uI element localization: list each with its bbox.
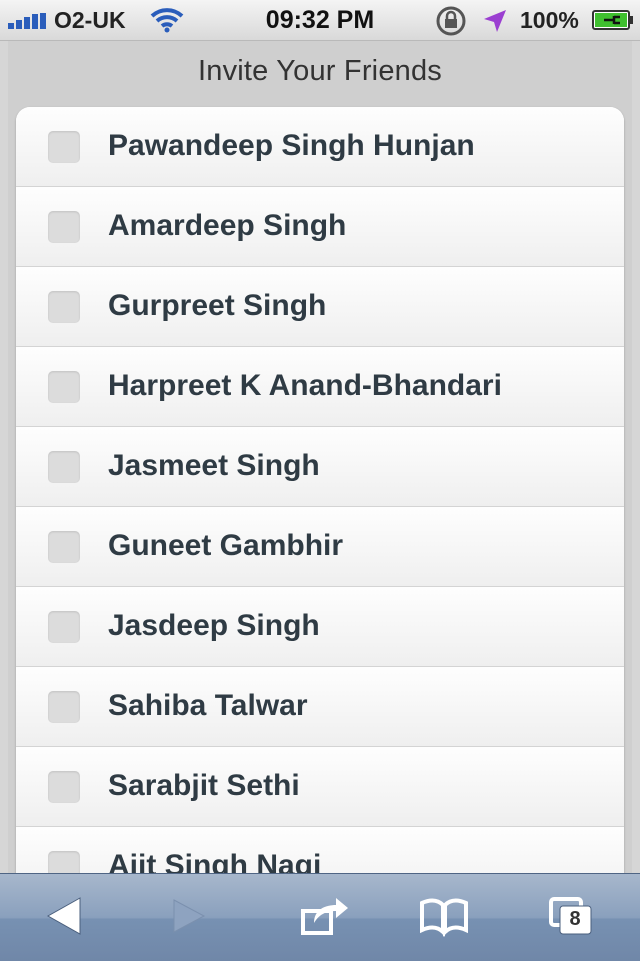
page-title: Invite Your Friends [198,55,442,87]
battery-charging-icon [592,10,633,30]
back-icon[interactable] [38,891,92,941]
friend-name: Pawandeep Singh Hunjan [108,129,475,162]
friend-name: Amardeep Singh [108,209,347,242]
friend-checkbox[interactable] [48,451,80,483]
friend-list[interactable]: Pawandeep Singh Hunjan Amardeep Singh Gu… [16,107,624,873]
friend-checkbox[interactable] [48,291,80,323]
share-icon[interactable] [296,891,350,941]
friend-name: Sahiba Talwar [108,689,308,722]
friend-checkbox[interactable] [48,131,80,163]
bookmarks-icon[interactable] [417,891,471,941]
location-arrow-icon [484,10,506,32]
friend-checkbox[interactable] [48,771,80,803]
friend-checkbox[interactable] [48,211,80,243]
friend-row[interactable]: Sarabjit Sethi [16,747,624,827]
friend-row[interactable]: Jasmeet Singh [16,427,624,507]
friend-row[interactable]: Sahiba Talwar [16,667,624,747]
friend-name: Gurpreet Singh [108,289,327,322]
friend-name: Jasmeet Singh [108,449,320,482]
rotation-lock-icon [436,6,466,36]
battery-percentage: 100% [520,7,579,33]
tab-count-badge: 8 [569,908,581,930]
friend-row[interactable]: Amardeep Singh [16,187,624,267]
friend-row[interactable]: Jasdeep Singh [16,587,624,667]
friend-checkbox[interactable] [48,851,80,873]
friend-row[interactable]: Pawandeep Singh Hunjan [16,107,624,187]
friend-name: Sarabjit Sethi [108,769,300,802]
friend-checkbox[interactable] [48,611,80,643]
friend-name: Jasdeep Singh [108,609,320,642]
friend-name: Ajit Singh Nagi [108,849,322,873]
invite-friends-page: Invite Your Friends Pawandeep Singh Hunj… [8,41,632,873]
friend-checkbox[interactable] [48,691,80,723]
friend-row[interactable]: Gurpreet Singh [16,267,624,347]
friend-checkbox[interactable] [48,371,80,403]
status-bar: O2-UK 09:32 PM 100% [0,0,640,41]
friend-name: Guneet Gambhir [108,529,344,562]
friend-row[interactable]: Ajit Singh Nagi [16,827,624,873]
friend-row[interactable]: Guneet Gambhir [16,507,624,587]
friend-row[interactable]: Harpreet K Anand-Bhandari [16,347,624,427]
friend-name: Harpreet K Anand-Bhandari [108,369,502,402]
forward-icon[interactable] [162,891,216,941]
friend-checkbox[interactable] [48,531,80,563]
